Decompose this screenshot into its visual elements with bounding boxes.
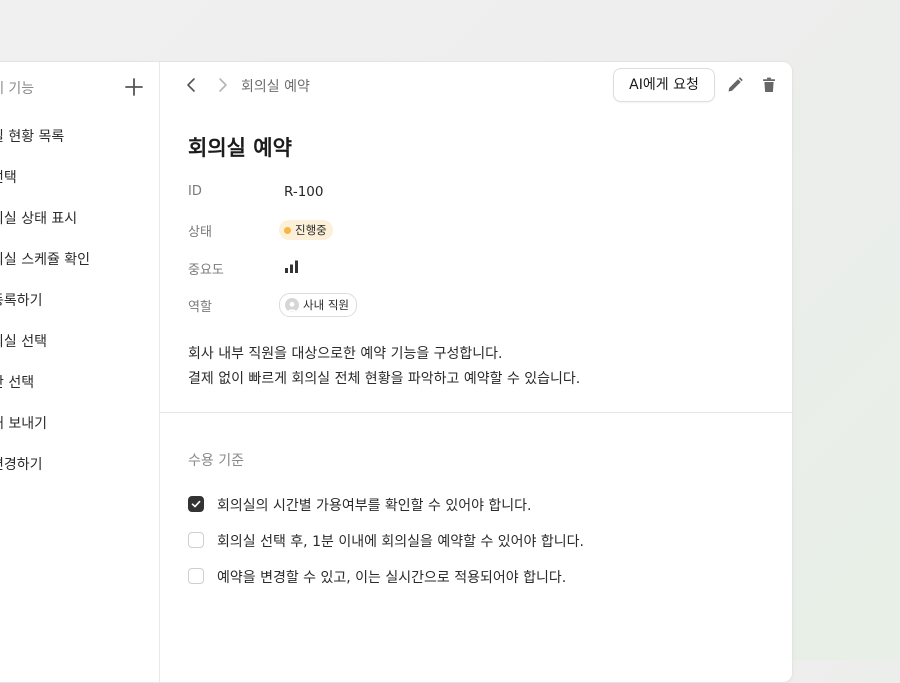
sidebar-list: 실 현황 목록 선택 의실 상태 표시 의실 스케쥴 확인 등록하기 의실 선택… xyxy=(0,126,90,495)
sidebar-title: 세 기능 xyxy=(0,81,35,97)
id-label: ID xyxy=(188,184,202,199)
sidebar-item[interactable]: 선택 xyxy=(0,167,90,208)
checkbox[interactable] xyxy=(188,532,204,548)
checkbox-checked[interactable] xyxy=(188,496,204,512)
sidebar-item[interactable]: 내 보내기 xyxy=(0,413,90,454)
app-window: 세 기능 실 현황 목록 선택 의실 상태 표시 의실 스케쥴 확인 등록하기 … xyxy=(0,61,793,683)
sidebar-item[interactable]: 간 선택 xyxy=(0,372,90,413)
role-badge[interactable]: 사내 직원 xyxy=(279,293,357,317)
sidebar-item[interactable]: 의실 스케쥴 확인 xyxy=(0,249,90,290)
sidebar: 세 기능 실 현황 목록 선택 의실 상태 표시 의실 스케쥴 확인 등록하기 … xyxy=(0,62,160,682)
sidebar-item-label: 등록하기 xyxy=(0,293,43,309)
role-label: 역할 xyxy=(188,300,212,315)
sidebar-item[interactable]: 의실 상태 표시 xyxy=(0,208,90,249)
status-value: 진행중 xyxy=(295,223,327,237)
ai-request-button[interactable]: AI에게 요청 xyxy=(613,68,715,102)
chevron-right-icon[interactable] xyxy=(213,76,231,94)
sidebar-item-label: 변경하기 xyxy=(0,457,43,473)
pencil-icon[interactable] xyxy=(725,75,745,95)
description-line: 결제 없이 빠르게 회의실 전체 현황을 파악하고 예약할 수 있습니다. xyxy=(188,371,581,387)
page-title: 회의실 예약 xyxy=(188,136,292,160)
sidebar-item-label: 의실 선택 xyxy=(0,334,47,350)
acceptance-item-text: 예약을 변경할 수 있고, 이는 실시간으로 적용되어야 합니다. xyxy=(217,570,567,586)
acceptance-item-text: 회의실 선택 후, 1분 이내에 회의실을 예약할 수 있어야 합니다. xyxy=(217,534,584,550)
sidebar-item[interactable]: 의실 선택 xyxy=(0,331,90,372)
role-value: 사내 직원 xyxy=(303,298,349,312)
status-dot-icon xyxy=(284,227,291,234)
status-label: 상태 xyxy=(188,225,212,240)
priority-label: 중요도 xyxy=(188,263,224,278)
sidebar-item-label: 의실 스케쥴 확인 xyxy=(0,252,91,268)
description: 회사 내부 직원을 대상으로한 예약 기능을 구성합니다. 결제 없이 빠르게 … xyxy=(188,342,580,392)
sidebar-item-label: 선택 xyxy=(0,170,17,186)
description-line: 회사 내부 직원을 대상으로한 예약 기능을 구성합니다. xyxy=(188,346,503,362)
status-badge-pill: 진행중 xyxy=(279,220,333,240)
sidebar-header: 세 기능 xyxy=(0,78,159,100)
role-badge-pill: 사내 직원 xyxy=(279,293,357,317)
user-avatar-icon xyxy=(285,298,299,312)
acceptance-item-text: 회의실의 시간별 가용여부를 확인할 수 있어야 합니다. xyxy=(217,498,532,514)
detail-panel: 회의실 예약 AI에게 요청 회의실 예약 ID R-100 상태 진행중 중요… xyxy=(160,62,792,682)
trash-icon[interactable] xyxy=(759,75,779,95)
sidebar-item[interactable]: 등록하기 xyxy=(0,290,90,331)
sidebar-item[interactable]: 변경하기 xyxy=(0,454,90,495)
sidebar-item-label: 내 보내기 xyxy=(0,416,47,432)
id-value: R-100 xyxy=(284,184,324,200)
checkbox[interactable] xyxy=(188,568,204,584)
acceptance-criteria-title: 수용 기준 xyxy=(188,453,244,469)
sidebar-item-label: 실 현황 목록 xyxy=(0,129,65,145)
status-badge[interactable]: 진행중 xyxy=(279,219,333,240)
topbar: 회의실 예약 AI에게 요청 xyxy=(160,62,792,110)
sidebar-item-label: 의실 상태 표시 xyxy=(0,211,78,227)
plus-icon[interactable] xyxy=(123,76,145,98)
section-divider xyxy=(160,412,792,413)
breadcrumb[interactable]: 회의실 예약 xyxy=(241,76,310,96)
signal-bars-icon[interactable] xyxy=(284,258,300,278)
sidebar-item-label: 간 선택 xyxy=(0,375,35,391)
chevron-left-icon[interactable] xyxy=(183,76,201,94)
sidebar-item[interactable]: 실 현황 목록 xyxy=(0,126,90,167)
